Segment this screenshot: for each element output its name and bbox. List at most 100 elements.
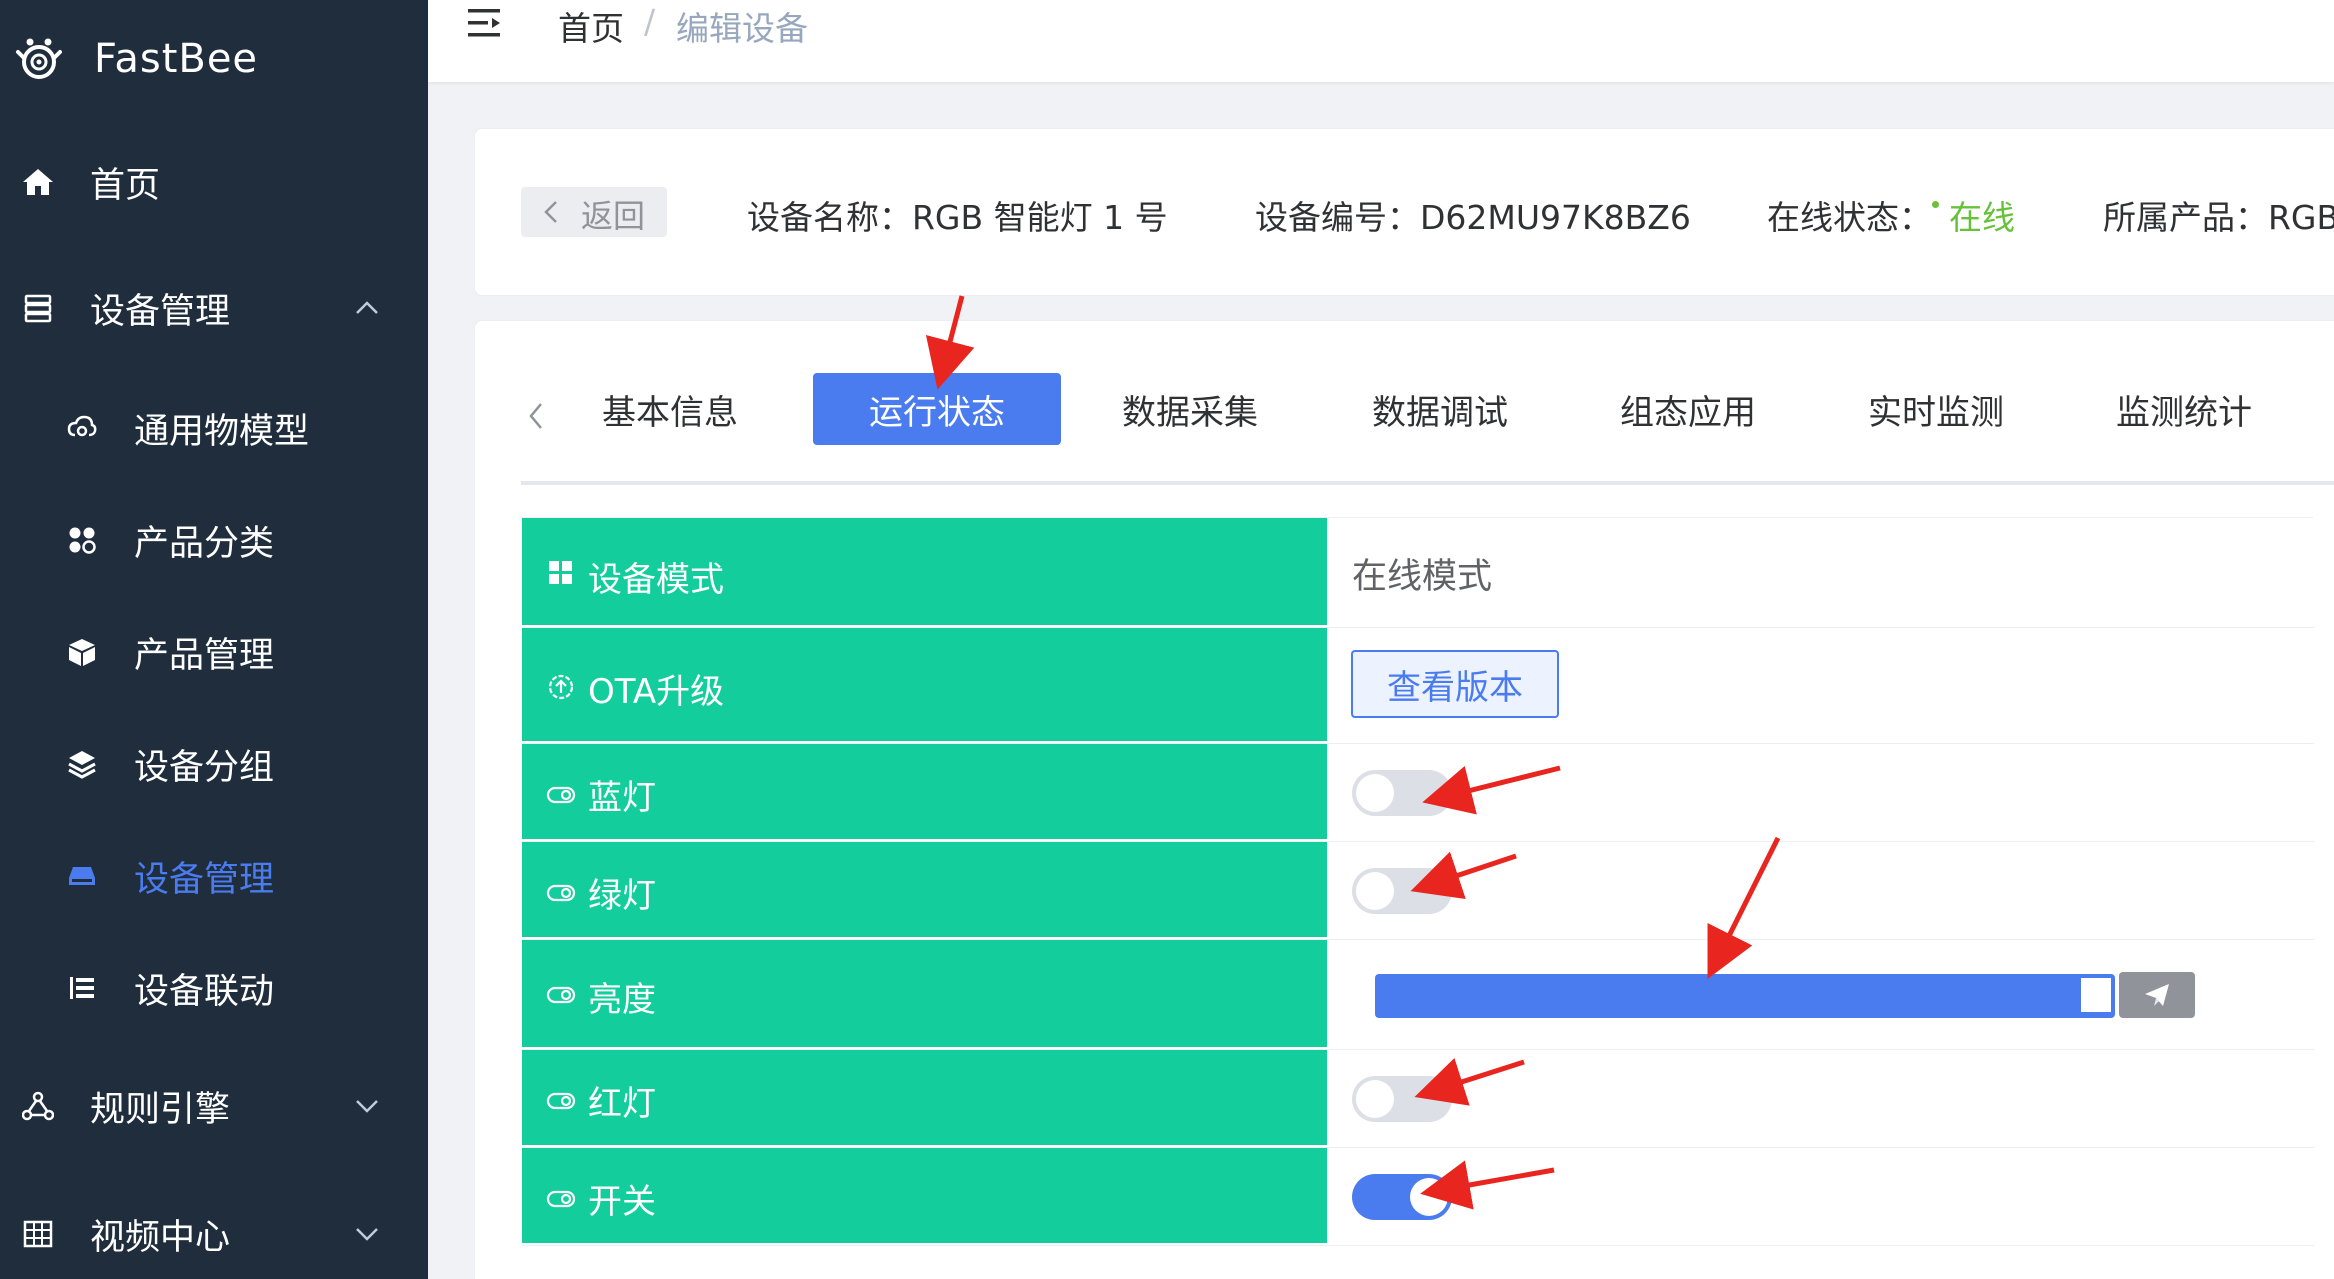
- row-value: [1327, 1148, 2314, 1245]
- row-label: 蓝灯: [522, 744, 1327, 841]
- row-label: 红灯: [522, 1050, 1327, 1147]
- sidebar-item-label: 产品管理: [134, 635, 275, 676]
- view-version-button[interactable]: 查看版本: [1351, 650, 1559, 718]
- tab-monitor-statistics[interactable]: 监测统计: [2109, 373, 2259, 445]
- back-button[interactable]: 返回: [521, 187, 667, 237]
- table-row-device-mode: 设备模式 在线模式: [522, 518, 2314, 628]
- sidebar-item-home[interactable]: 首页: [0, 142, 428, 222]
- sidebar-item-label: 设备管理: [90, 291, 231, 332]
- blue-light-label: 蓝灯: [588, 778, 656, 818]
- switch-knob: [1356, 872, 1394, 910]
- sidebar-item-product-management[interactable]: 产品管理: [0, 612, 428, 692]
- chevron-up-icon[interactable]: [354, 295, 380, 321]
- sidebar-item-device-linkage[interactable]: 设备联动: [0, 948, 428, 1028]
- send-icon: [2145, 984, 2169, 1006]
- row-value: [1327, 842, 2314, 939]
- device-info-card: 返回 设备名称：RGB 智能灯 1 号 设备编号：D62MU97K8BZ6 在线…: [474, 128, 2334, 296]
- sidebar-item-label: 首页: [90, 165, 161, 206]
- box-icon: [66, 636, 98, 668]
- sidebar-item-product-category[interactable]: 产品分类: [0, 500, 428, 580]
- switch-knob: [1356, 1080, 1394, 1118]
- apps-icon: [66, 524, 98, 556]
- device-name-value: RGB 智能灯 1 号: [912, 198, 1168, 237]
- green-light-switch[interactable]: [1352, 868, 1452, 914]
- breadcrumb-home[interactable]: 首页: [558, 2, 624, 50]
- tab-scada-app[interactable]: 组态应用: [1613, 373, 1763, 445]
- tab-data-debug[interactable]: 数据调试: [1365, 373, 1515, 445]
- menu-toggle-icon[interactable]: [466, 6, 504, 40]
- tab-basic-info[interactable]: 基本信息: [595, 373, 745, 445]
- bee-logo-icon: [16, 38, 62, 79]
- power-switch[interactable]: [1352, 1174, 1452, 1220]
- table-row-blue-light: 蓝灯: [522, 744, 2314, 842]
- breadcrumb-separator: /: [644, 2, 656, 41]
- device-product: 所属产品：RGB: [2103, 191, 2334, 239]
- row-label: 设备模式: [522, 518, 1327, 627]
- table-row-red-light: 红灯: [522, 1050, 2314, 1148]
- sidebar-item-device-group[interactable]: 设备分组: [0, 724, 428, 804]
- running-status-table: 设备模式 在线模式 OTA升级 查看版本 蓝灯 绿灯 亮度 红灯 开关: [521, 517, 2314, 1246]
- device-product-value: RGB: [2268, 198, 2334, 237]
- sidebar-item-video-center[interactable]: 视频中心: [0, 1194, 428, 1274]
- row-label: 开关: [522, 1148, 1327, 1245]
- sidebar-item-thing-model[interactable]: 通用物模型: [0, 388, 428, 468]
- send-brightness-button[interactable]: [2119, 972, 2195, 1018]
- upgrade-icon: [548, 674, 574, 700]
- chevron-down-icon[interactable]: [354, 1221, 380, 1247]
- red-light-switch[interactable]: [1352, 1076, 1452, 1122]
- switch-knob: [1356, 774, 1394, 812]
- blue-light-switch[interactable]: [1352, 770, 1452, 816]
- toggle-icon: [546, 986, 576, 1004]
- brightness-slider[interactable]: [1375, 974, 2115, 1018]
- top-navbar: 首页 / 编辑设备: [428, 0, 2334, 82]
- home-icon: [20, 164, 56, 200]
- sidebar-item-device-management[interactable]: 设备管理: [0, 268, 428, 348]
- online-dot-icon: [1932, 201, 1939, 208]
- device-mode-value: 在线模式: [1352, 557, 1493, 597]
- device-icon: [66, 860, 98, 892]
- tab-data-collection[interactable]: 数据采集: [1115, 373, 1265, 445]
- back-label: 返回: [581, 197, 646, 235]
- switch-knob: [1410, 1178, 1448, 1216]
- sidebar-item-label: 通用物模型: [134, 411, 310, 452]
- toggle-icon: [546, 1092, 576, 1110]
- sidebar-item-label: 设备联动: [134, 971, 275, 1012]
- row-label: 亮度: [522, 940, 1327, 1049]
- tab-divider: [521, 481, 2334, 485]
- row-value: [1327, 940, 2314, 1049]
- table-row-green-light: 绿灯: [522, 842, 2314, 940]
- device-name-label: 设备名称：: [747, 198, 912, 237]
- sidebar-item-label: 视频中心: [90, 1217, 231, 1258]
- toggle-icon: [546, 1190, 576, 1208]
- sidebar-item-rule-engine[interactable]: 规则引擎: [0, 1066, 428, 1146]
- cloud-icon: [66, 412, 98, 444]
- tab-running-status[interactable]: 运行状态: [813, 373, 1061, 445]
- table-row-brightness: 亮度: [522, 940, 2314, 1050]
- device-mode-label: 设备模式: [588, 560, 724, 600]
- power-switch-label: 开关: [588, 1182, 656, 1222]
- tab-scroll-left-icon[interactable]: [525, 401, 547, 431]
- row-value: 查看版本: [1327, 628, 2314, 743]
- row-value: [1327, 1050, 2314, 1147]
- green-light-label: 绿灯: [588, 876, 656, 916]
- online-status-label: 在线状态：: [1767, 198, 1932, 237]
- sidebar: FastBee 首页 设备管理 通用物模型 产品分类 产品管理 设备分组 设备管…: [0, 0, 428, 1279]
- chevron-down-icon[interactable]: [354, 1093, 380, 1119]
- brightness-slider-handle[interactable]: [2079, 976, 2113, 1014]
- table-row-ota: OTA升级 查看版本: [522, 628, 2314, 744]
- device-serial-label: 设备编号：: [1255, 198, 1420, 237]
- row-value: 在线模式: [1327, 518, 2314, 627]
- server-icon: [20, 290, 56, 326]
- sidebar-item-label: 规则引擎: [90, 1089, 231, 1130]
- red-light-label: 红灯: [588, 1084, 656, 1124]
- grid-icon: [20, 1216, 56, 1252]
- toggle-icon: [546, 786, 576, 804]
- online-status: 在线状态： 在线: [1767, 191, 2015, 239]
- sidebar-item-device-management-sub[interactable]: 设备管理: [0, 836, 428, 916]
- device-product-label: 所属产品：: [2103, 198, 2268, 237]
- online-status-value: 在线: [1949, 198, 2015, 237]
- tab-realtime-monitor[interactable]: 实时监测: [1861, 373, 2011, 445]
- list-icon: [66, 972, 98, 1004]
- chevron-left-icon: [544, 201, 557, 223]
- device-serial-value: D62MU97K8BZ6: [1420, 198, 1691, 237]
